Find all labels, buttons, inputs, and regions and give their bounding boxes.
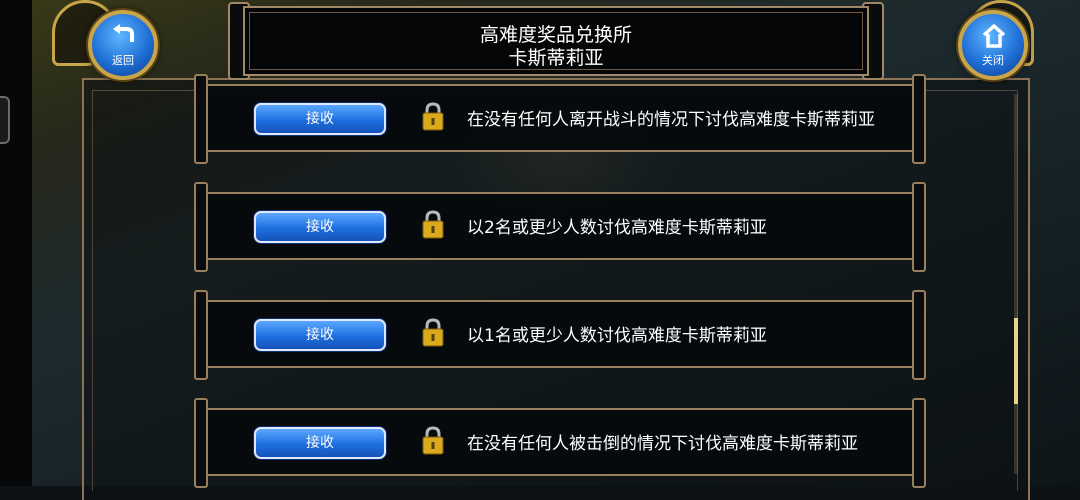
lock-icon [422,210,444,239]
row-ornament-left [194,398,208,488]
reward-description: 以1名或更少人数讨伐高难度卡斯蒂莉亚 [467,326,767,346]
scrollbar-track[interactable] [1014,94,1018,474]
row-ornament-right [912,398,926,488]
close-button-label: 关闭 [982,54,1004,67]
reward-description: 在没有任何人被击倒的情况下讨伐高难度卡斯蒂莉亚 [467,434,858,454]
accept-button[interactable]: 接收 [254,427,386,459]
row-ornament-right [912,74,926,164]
back-button[interactable]: 返回 [88,10,158,80]
accept-button[interactable]: 接收 [254,211,386,243]
reward-row: 接收 以2名或更少人数讨伐高难度卡斯蒂莉亚 [194,182,926,272]
close-button[interactable]: 关闭 [958,10,1028,80]
side-handle [0,96,10,144]
row-ornament-left [194,182,208,272]
scrollbar-thumb[interactable] [1014,318,1018,404]
accept-button[interactable]: 接收 [254,103,386,135]
lock-icon [422,318,444,347]
reward-description: 以2名或更少人数讨伐高难度卡斯蒂莉亚 [467,218,767,238]
row-ornament-left [194,74,208,164]
accept-button[interactable]: 接收 [254,319,386,351]
lock-icon [422,426,444,455]
row-ornament-right [912,290,926,380]
title-banner: 高难度奖品兑换所 卡斯蒂莉亚 [243,6,869,76]
back-icon [113,24,134,42]
page-subtitle: 卡斯蒂莉亚 [508,47,604,69]
reward-row: 接收 在没有任何人被击倒的情况下讨伐高难度卡斯蒂莉亚 [194,398,926,488]
reward-row: 接收 在没有任何人离开战斗的情况下讨伐高难度卡斯蒂莉亚 [194,74,926,164]
reward-description: 在没有任何人离开战斗的情况下讨伐高难度卡斯蒂莉亚 [467,110,875,130]
row-ornament-right [912,182,926,272]
screen-edge [0,0,32,486]
home-icon [982,24,1006,48]
back-button-label: 返回 [112,54,134,67]
reward-row: 接收 以1名或更少人数讨伐高难度卡斯蒂莉亚 [194,290,926,380]
lock-icon [422,102,444,131]
row-ornament-left [194,290,208,380]
